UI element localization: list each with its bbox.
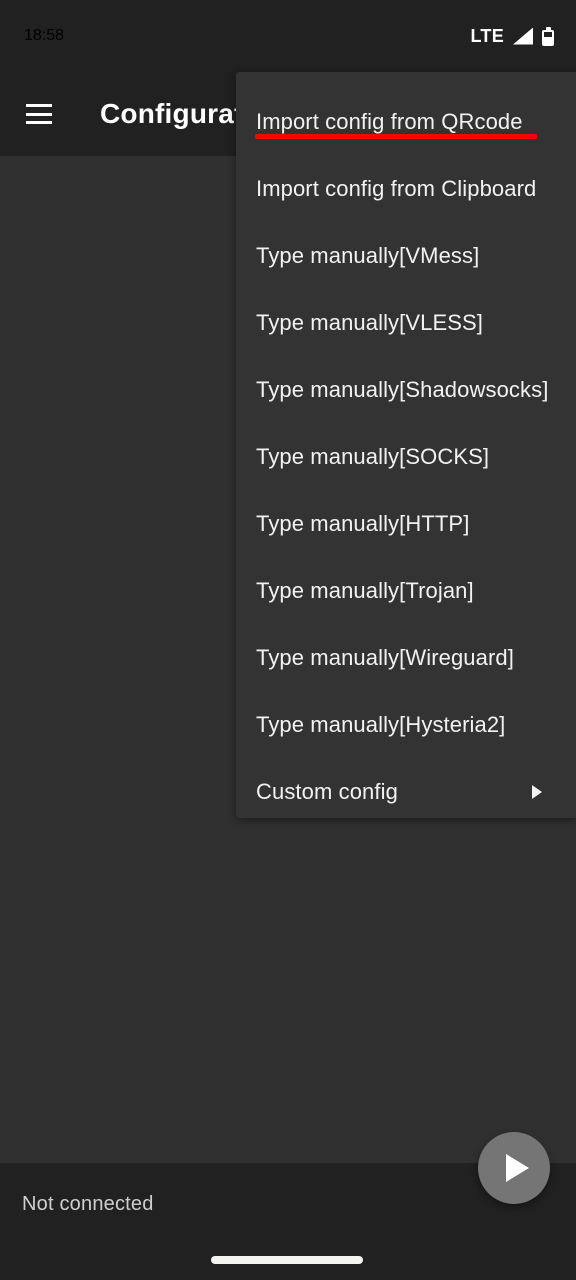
menu-item-type-socks[interactable]: Type manually[SOCKS] [236, 423, 576, 490]
menu-item-import-clipboard[interactable]: Import config from Clipboard [236, 155, 576, 222]
menu-item-label: Import config from QRcode [256, 108, 523, 134]
menu-item-label: Type manually[HTTP] [256, 510, 470, 536]
red-highlight-underline [255, 134, 537, 139]
menu-item-type-trojan[interactable]: Type manually[Trojan] [236, 557, 576, 624]
menu-item-label: Type manually[SOCKS] [256, 443, 490, 469]
menu-item-type-wireguard[interactable]: Type manually[Wireguard] [236, 624, 576, 691]
menu-item-type-http[interactable]: Type manually[HTTP] [236, 490, 576, 557]
menu-item-label: Import config from Clipboard [256, 175, 537, 201]
play-icon [505, 1154, 529, 1182]
menu-item-label: Type manually[Hysteria2] [256, 711, 506, 737]
status-bar: 18:58 LTE [0, 0, 576, 72]
menu-item-label: Type manually[Wireguard] [256, 644, 514, 670]
menu-item-label: Custom config [256, 778, 398, 804]
phone-screen: 18:58 LTE Configuration Import config fr… [0, 0, 576, 1280]
battery-icon [542, 26, 554, 46]
hamburger-menu-icon[interactable] [26, 104, 52, 124]
overflow-popup-menu[interactable]: Import config from QRcode Import config … [236, 72, 576, 818]
menu-item-type-vmess[interactable]: Type manually[VMess] [236, 222, 576, 289]
connection-status-text: Not connected [22, 1193, 154, 1215]
menu-item-custom-config[interactable]: Custom config [236, 758, 576, 825]
status-bar-icons: LTE [470, 26, 554, 47]
menu-item-type-vless[interactable]: Type manually[VLESS] [236, 289, 576, 356]
menu-item-label: Type manually[VLESS] [256, 309, 484, 335]
menu-item-label: Type manually[Shadowsocks] [256, 376, 549, 402]
signal-triangle-icon [513, 27, 533, 45]
start-connection-fab[interactable] [478, 1132, 550, 1204]
menu-item-type-hysteria2[interactable]: Type manually[Hysteria2] [236, 691, 576, 758]
menu-item-import-qrcode[interactable]: Import config from QRcode [236, 88, 576, 155]
gesture-navigation-pill[interactable] [211, 1256, 363, 1264]
network-type-label: LTE [470, 25, 504, 46]
status-clock: 18:58 [24, 27, 65, 44]
menu-item-type-shadowsocks[interactable]: Type manually[Shadowsocks] [236, 356, 576, 423]
menu-item-label: Type manually[VMess] [256, 242, 480, 268]
chevron-right-icon [532, 784, 542, 799]
menu-item-label: Type manually[Trojan] [256, 577, 474, 603]
